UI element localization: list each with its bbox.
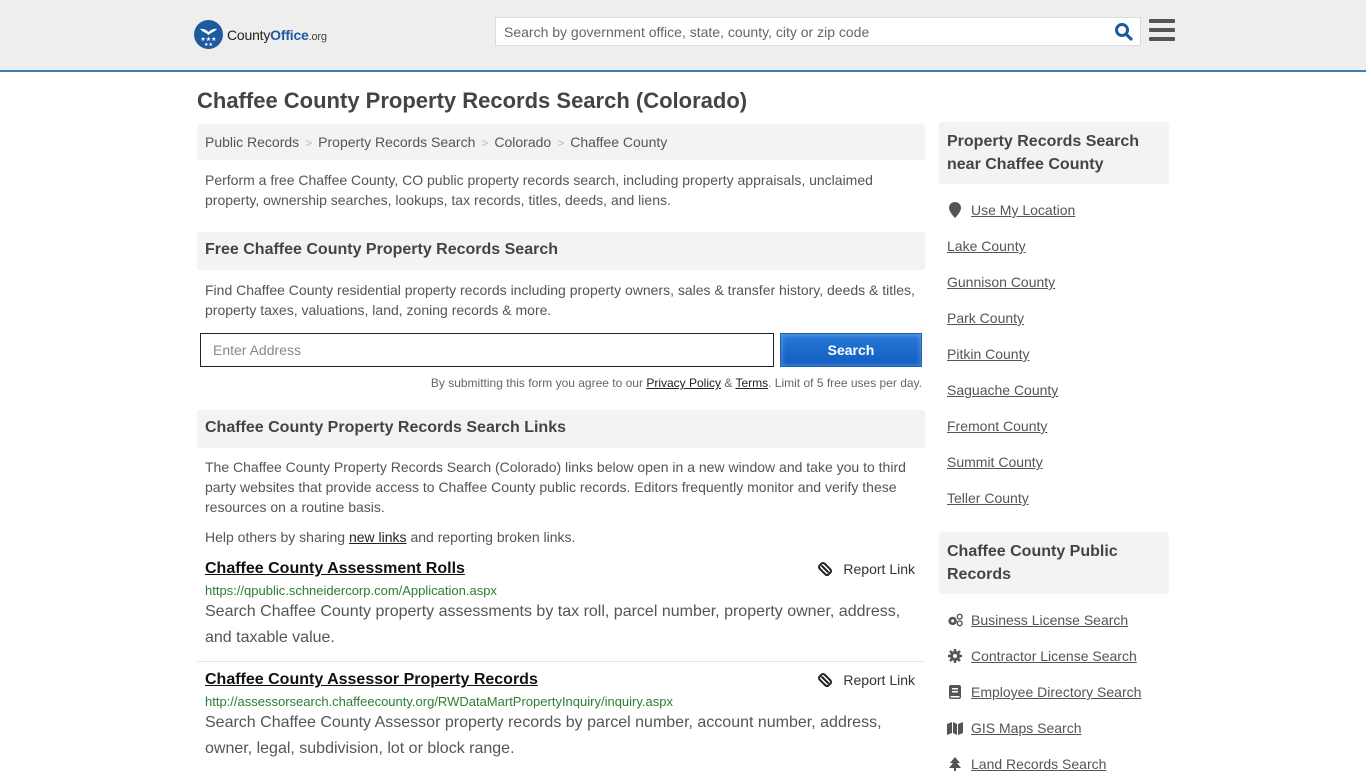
address-input[interactable] <box>200 333 774 367</box>
help-text: Help others by sharing new links and rep… <box>205 529 576 545</box>
free-search-description: Find Chaffee County residential property… <box>205 282 915 318</box>
county-link-gunnison[interactable]: Gunnison County <box>947 274 1055 290</box>
search-icon[interactable] <box>1114 22 1134 42</box>
links-section-description: The Chaffee County Property Records Sear… <box>205 459 906 515</box>
tree-icon <box>947 756 963 772</box>
breadcrumb-separator: > <box>305 136 313 150</box>
breadcrumb-colorado[interactable]: Colorado <box>494 134 551 150</box>
breadcrumb-separator: > <box>557 136 565 150</box>
public-record-item: Land Records Search <box>947 746 1161 782</box>
county-link-fremont[interactable]: Fremont County <box>947 418 1047 434</box>
map-icon <box>947 720 963 736</box>
free-search-heading: Free Chaffee County Property Records Sea… <box>197 232 925 270</box>
record-link-url[interactable]: https://qpublic.schneidercorp.com/Applic… <box>205 583 917 598</box>
report-link-button[interactable]: Report Link <box>817 672 915 688</box>
public-record-item: Employee Directory Search <box>947 674 1161 710</box>
breadcrumb-separator: > <box>481 136 489 150</box>
address-search-button[interactable]: Search <box>780 333 922 367</box>
record-link-description: Search Chaffee County Assessor property … <box>205 714 882 757</box>
county-link-teller[interactable]: Teller County <box>947 490 1029 506</box>
nearby-county-item: Summit County <box>947 444 1161 480</box>
contractor-license-search-link[interactable]: Contractor License Search <box>971 648 1137 664</box>
main-content: Public Records > Property Records Search > C… <box>197 124 925 762</box>
public-records-heading: Chaffee County Public Records <box>939 532 1169 594</box>
terms-link[interactable]: Terms <box>735 376 768 390</box>
county-link-park[interactable]: Park County <box>947 310 1024 326</box>
public-record-item: GIS Maps Search <box>947 710 1161 746</box>
report-link-button[interactable]: Report Link <box>817 561 915 577</box>
use-my-location-item: Use My Location <box>947 192 1161 228</box>
privacy-policy-link[interactable]: Privacy Policy <box>646 376 721 390</box>
sidebar: Property Records Search near Chaffee Cou… <box>939 122 1169 782</box>
business-license-search-link[interactable]: Business License Search <box>971 612 1128 628</box>
intro-text: Perform a free Chaffee County, CO public… <box>205 172 873 208</box>
public-record-item: Business License Search <box>947 602 1161 638</box>
map-marker-icon <box>947 202 963 218</box>
page-title: Chaffee County Property Records Search (… <box>197 88 748 113</box>
site-search <box>495 17 1141 46</box>
terms-notice: By submitting this form you agree to our… <box>430 376 922 390</box>
gis-maps-search-link[interactable]: GIS Maps Search <box>971 720 1082 736</box>
record-link-description: Search Chaffee County property assessmen… <box>205 603 901 646</box>
breadcrumb-public-records[interactable]: Public Records <box>205 134 299 150</box>
gear-icon <box>947 648 963 664</box>
breadcrumb: Public Records > Property Records Search > C… <box>197 124 925 160</box>
links-section-heading: Chaffee County Property Records Search L… <box>197 410 925 448</box>
nearby-county-item: Pitkin County <box>947 336 1161 372</box>
public-records-list: Business License Search Contractor Licen… <box>939 602 1169 782</box>
nearby-heading: Property Records Search near Chaffee Cou… <box>939 122 1169 184</box>
record-link-item: Chaffee County Assessment Rolls Report L… <box>197 560 925 651</box>
nearby-list: Use My Location Lake County Gunnison Cou… <box>939 192 1169 516</box>
eagle-logo-icon: ★★★ ★★ <box>194 20 223 49</box>
county-link-summit[interactable]: Summit County <box>947 454 1043 470</box>
record-link-item: Chaffee County Assessor Property Records… <box>197 661 925 762</box>
county-link-saguache[interactable]: Saguache County <box>947 382 1058 398</box>
broken-link-icon <box>818 562 833 576</box>
nearby-county-item: Gunnison County <box>947 264 1161 300</box>
land-records-search-link[interactable]: Land Records Search <box>971 756 1106 772</box>
nearby-county-item: Teller County <box>947 480 1161 516</box>
county-link-pitkin[interactable]: Pitkin County <box>947 346 1029 362</box>
site-search-input[interactable] <box>496 18 1096 45</box>
new-links-link[interactable]: new links <box>349 529 407 545</box>
cogs-icon <box>947 612 963 628</box>
nearby-county-item: Fremont County <box>947 408 1161 444</box>
broken-link-icon <box>818 673 833 687</box>
address-search-form: Search <box>197 333 925 367</box>
site-header: ★★★ ★★ CountyOffice.org <box>0 0 1366 72</box>
public-record-item: Contractor License Search <box>947 638 1161 674</box>
county-link-lake[interactable]: Lake County <box>947 238 1026 254</box>
svg-text:★★: ★★ <box>204 42 213 48</box>
nearby-county-item: Park County <box>947 300 1161 336</box>
employee-directory-search-link[interactable]: Employee Directory Search <box>971 684 1141 700</box>
nearby-county-item: Lake County <box>947 228 1161 264</box>
record-link-title[interactable]: Chaffee County Assessment Rolls <box>205 560 465 578</box>
record-link-title[interactable]: Chaffee County Assessor Property Records <box>205 671 538 689</box>
logo-text: CountyOffice.org <box>227 26 327 43</box>
hamburger-menu-icon[interactable] <box>1149 19 1175 43</box>
book-icon <box>947 684 963 700</box>
breadcrumb-property-records-search[interactable]: Property Records Search <box>318 134 475 150</box>
site-logo[interactable]: ★★★ ★★ CountyOffice.org <box>194 20 327 49</box>
nearby-county-item: Saguache County <box>947 372 1161 408</box>
record-link-url[interactable]: http://assessorsearch.chaffeecounty.org/… <box>205 694 917 709</box>
breadcrumb-chaffee-county[interactable]: Chaffee County <box>570 134 667 150</box>
use-my-location-link[interactable]: Use My Location <box>971 202 1075 218</box>
